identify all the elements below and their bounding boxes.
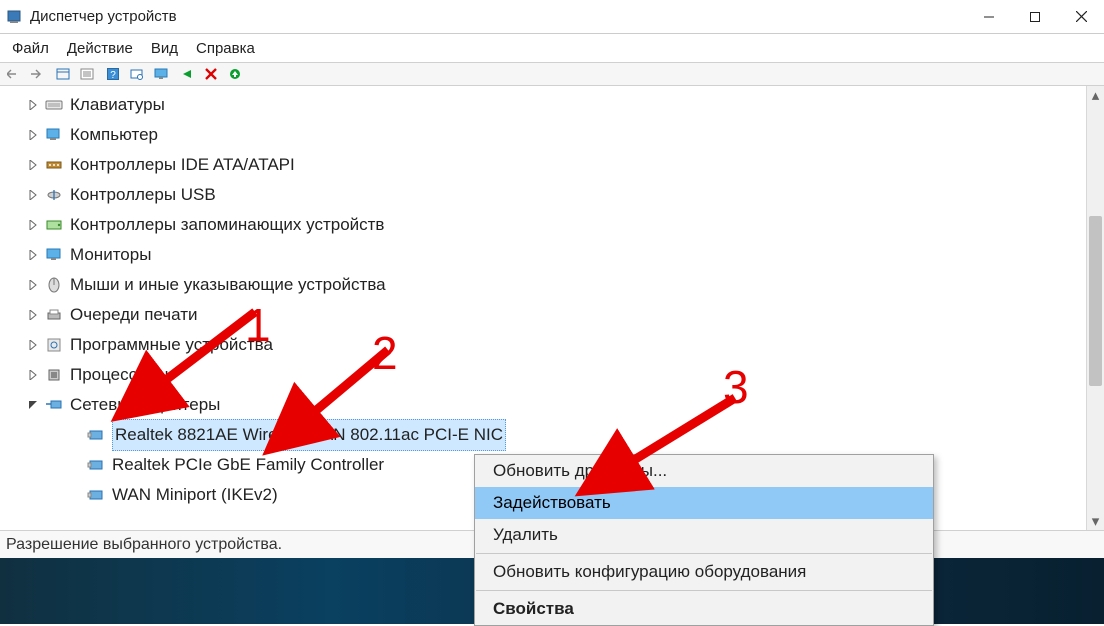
tree-category[interactable]: Мыши и иные указывающие устройства (6, 270, 1086, 300)
annotation-number-1: 1 (245, 298, 271, 352)
context-menu-item[interactable]: Обновить конфигурацию оборудования (475, 556, 933, 588)
tree-category[interactable]: Контроллеры USB (6, 180, 1086, 210)
expand-toggle[interactable] (24, 310, 42, 320)
tree-item-label: Контроллеры USB (70, 180, 216, 210)
annotation-number-3: 3 (723, 360, 749, 414)
nic-icon (86, 455, 106, 475)
properties-button[interactable] (76, 64, 98, 84)
maximize-button[interactable] (1012, 0, 1058, 34)
tree-category[interactable]: Контроллеры запоминающих устройств (6, 210, 1086, 240)
monitor-button[interactable] (150, 64, 172, 84)
monitor-icon (44, 245, 64, 265)
expand-toggle[interactable] (24, 250, 42, 260)
scan-button[interactable] (126, 64, 148, 84)
tree-item-label: Контроллеры IDE ATA/ATAPI (70, 150, 295, 180)
context-menu-separator (476, 590, 932, 591)
usb-icon (44, 185, 64, 205)
scroll-up-button[interactable]: ▴ (1087, 86, 1104, 104)
network-icon (44, 395, 64, 415)
tree-item-label: Мониторы (70, 240, 151, 270)
update-button[interactable] (224, 64, 246, 84)
storage-icon (44, 215, 64, 235)
context-menu-separator (476, 553, 932, 554)
toolbar: ? (0, 62, 1104, 86)
expand-toggle[interactable] (24, 220, 42, 230)
expand-toggle[interactable] (24, 130, 42, 140)
svg-text:?: ? (110, 70, 116, 80)
mouse-icon (44, 275, 64, 295)
forward-button[interactable] (26, 64, 48, 84)
context-menu-item[interactable]: Удалить (475, 519, 933, 551)
expand-toggle[interactable] (24, 160, 42, 170)
tree-category[interactable]: Контроллеры IDE ATA/ATAPI (6, 150, 1086, 180)
tree-category[interactable]: Мониторы (6, 240, 1086, 270)
menu-file[interactable]: Файл (4, 37, 57, 60)
scroll-thumb[interactable] (1089, 216, 1102, 386)
show-hidden-button[interactable] (52, 64, 74, 84)
tree-category[interactable]: Компьютер (6, 120, 1086, 150)
cpu-icon (44, 365, 64, 385)
minimize-button[interactable] (966, 0, 1012, 34)
help-button[interactable]: ? (102, 64, 124, 84)
nic-icon (86, 485, 106, 505)
nic-icon (86, 425, 106, 445)
annotation-arrow-1 (105, 306, 265, 426)
menu-action[interactable]: Действие (59, 37, 141, 60)
computer-icon (44, 125, 64, 145)
keyboard-icon (44, 95, 64, 115)
titlebar: Диспетчер устройств (0, 0, 1104, 34)
window-title: Диспетчер устройств (30, 8, 966, 25)
printer-icon (44, 305, 64, 325)
scroll-down-button[interactable]: ▾ (1087, 512, 1104, 530)
tree-item-label: WAN Miniport (IKEv2) (112, 480, 278, 510)
scrollbar[interactable]: ▴ ▾ (1086, 86, 1104, 530)
enable-button[interactable] (176, 64, 198, 84)
expand-toggle[interactable] (24, 280, 42, 290)
expand-toggle[interactable] (24, 340, 42, 350)
tree-item-label: Контроллеры запоминающих устройств (70, 210, 384, 240)
annotation-number-2: 2 (372, 326, 398, 380)
menu-help[interactable]: Справка (188, 37, 263, 60)
back-button[interactable] (2, 64, 24, 84)
status-text: Разрешение выбранного устройства. (6, 536, 282, 554)
context-menu-item[interactable]: Свойства (475, 593, 933, 625)
app-icon (6, 9, 22, 25)
tree-category[interactable]: Клавиатуры (6, 90, 1086, 120)
tree-item-label: Клавиатуры (70, 90, 165, 120)
menu-view[interactable]: Вид (143, 37, 186, 60)
disable-button[interactable] (200, 64, 222, 84)
close-button[interactable] (1058, 0, 1104, 34)
tree-item-label: Компьютер (70, 120, 158, 150)
menubar: Файл Действие Вид Справка (0, 34, 1104, 62)
expand-toggle[interactable] (24, 370, 42, 380)
expand-toggle[interactable] (24, 400, 42, 410)
expand-toggle[interactable] (24, 100, 42, 110)
expand-toggle[interactable] (24, 190, 42, 200)
software-icon (44, 335, 64, 355)
tree-item-label: Мыши и иные указывающие устройства (70, 270, 386, 300)
ide-icon (44, 155, 64, 175)
